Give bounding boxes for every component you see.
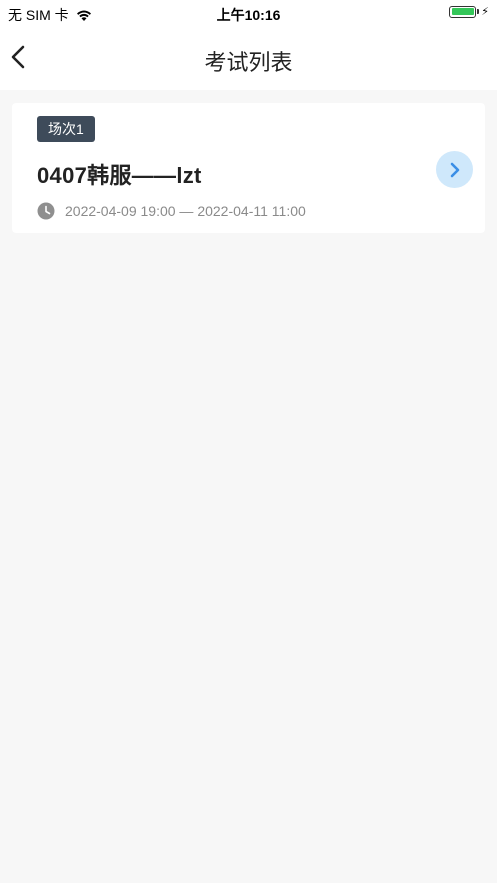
battery-icon xyxy=(449,5,477,18)
chevron-right-icon xyxy=(450,162,459,177)
exam-card[interactable]: 场次1 0407韩服——lzt 2022-04-09 19:00 — 2022-… xyxy=(12,103,485,233)
exam-time-row: 2022-04-09 19:00 — 2022-04-11 11:00 xyxy=(37,202,306,220)
page-title: 考试列表 xyxy=(204,50,293,75)
session-badge: 场次1 xyxy=(37,116,95,142)
clock-icon xyxy=(37,202,55,220)
status-bar: 无 SIM 卡 上午10:16 ⚡ xyxy=(0,0,497,26)
status-right: ⚡ xyxy=(449,5,489,18)
exam-time-range: 2022-04-09 19:00 — 2022-04-11 11:00 xyxy=(65,203,306,219)
charging-icon: ⚡ xyxy=(481,6,489,18)
exam-title: 0407韩服——lzt xyxy=(37,163,202,188)
nav-bar: 考试列表 xyxy=(0,26,497,90)
battery-cap xyxy=(477,9,480,14)
open-exam-button[interactable] xyxy=(436,151,473,188)
status-time: 上午10:16 xyxy=(216,7,281,23)
